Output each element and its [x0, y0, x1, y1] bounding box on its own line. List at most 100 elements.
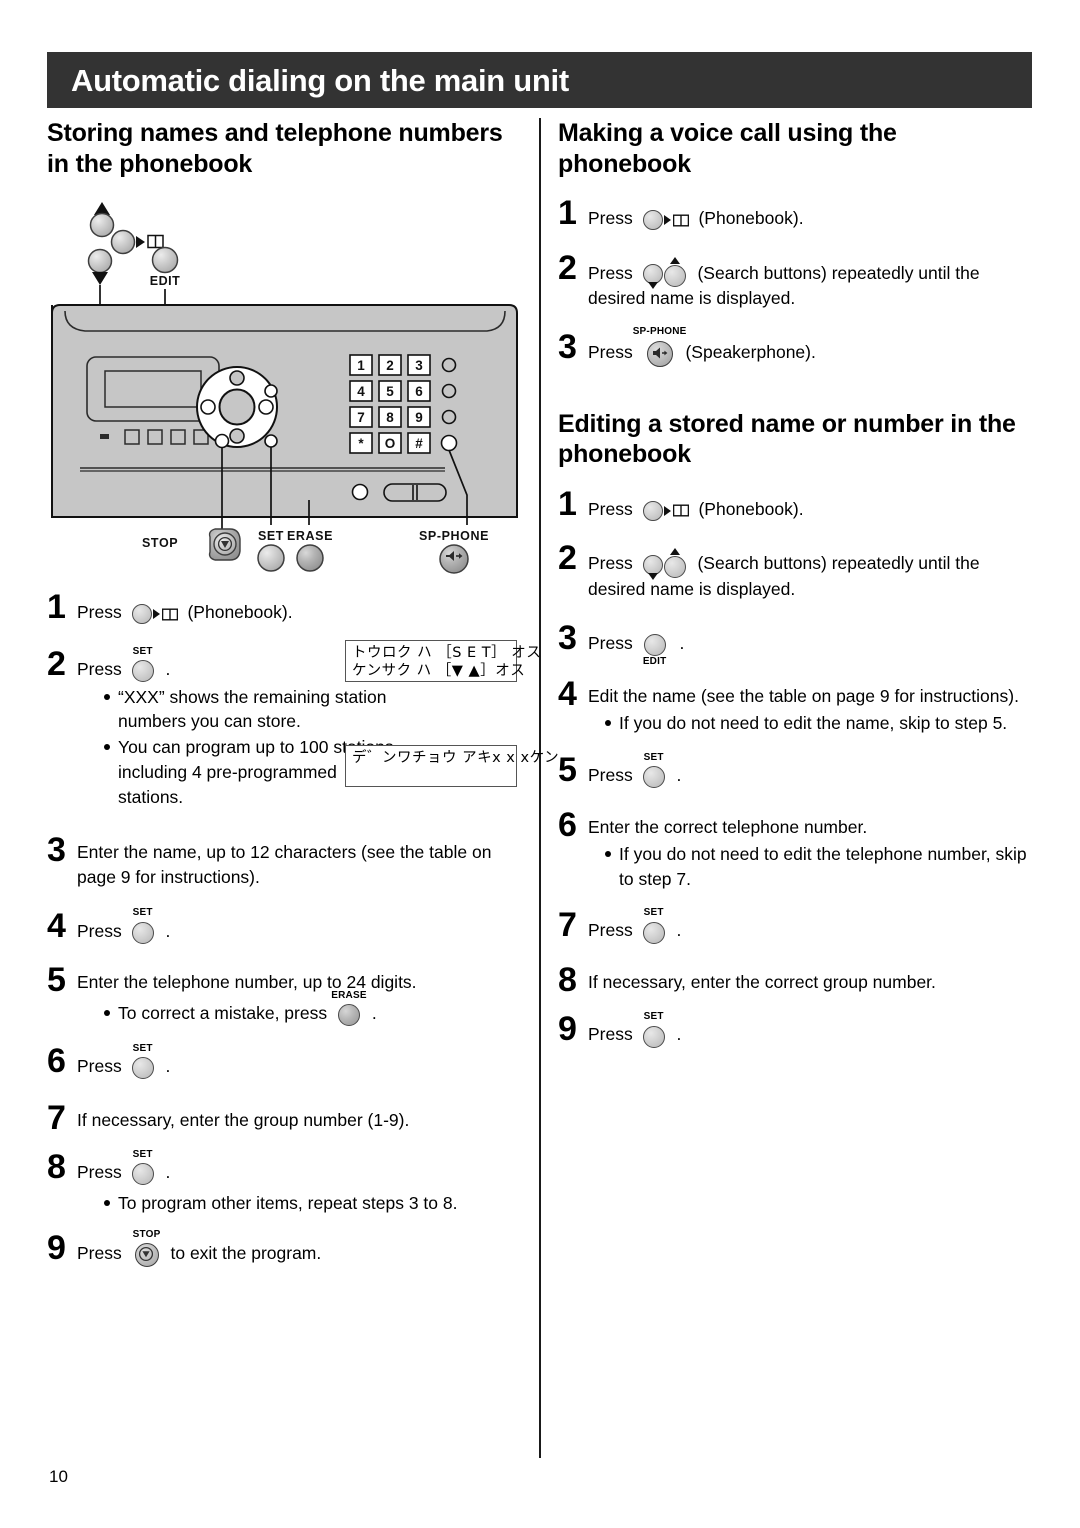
step-number: 2 [558, 539, 577, 578]
triangle-right-icon [152, 609, 160, 620]
step-text: Press (Phonebook). [77, 591, 527, 626]
edit-button-glyph[interactable]: EDIT [643, 632, 666, 667]
step-r2-5: 5 Press SET . [558, 753, 1034, 789]
step-r2-7: 7 Press SET . [558, 906, 1034, 945]
svg-text:4: 4 [357, 384, 365, 399]
search-down-knob-icon [642, 264, 663, 285]
svg-text:7: 7 [357, 410, 365, 425]
svg-text:6: 6 [415, 384, 423, 399]
set-button-glyph[interactable]: SET [131, 646, 154, 683]
erase-button-label: ERASE [331, 990, 367, 1002]
press-label: Press [77, 1161, 122, 1182]
knob-icon [131, 921, 154, 944]
phonebook-icon [131, 604, 178, 625]
step-number: 1 [558, 194, 577, 232]
step-number: 1 [558, 484, 577, 523]
set-button-label: SET [132, 1042, 153, 1054]
bullet-item: To correct a mistake, press ERASE . [101, 991, 527, 1027]
step-text: Press (Phonebook). [588, 197, 1034, 232]
step-text: Press SET . [588, 753, 1034, 789]
period: . [165, 1055, 171, 1076]
knob-icon [642, 210, 663, 231]
step-l1: 1 Press (Phonebook). [47, 588, 527, 626]
phonebook-button-glyph[interactable] [131, 601, 178, 626]
set-button-glyph[interactable]: SET [642, 908, 665, 944]
svg-text:8: 8 [386, 410, 394, 425]
erase-button-glyph[interactable]: ERASE [331, 991, 367, 1027]
step-text: Press (Search buttons) repeatedly until … [588, 542, 1034, 601]
step-r2-3: 3 Press EDIT . [558, 618, 1034, 667]
lcd-line-2: ケンサク ハ ［▼ ▲］オス [352, 663, 526, 680]
speakerphone-caption: (Speakerphone). [685, 342, 816, 363]
step-number: 4 [558, 675, 577, 714]
set-button-glyph[interactable]: SET [131, 1149, 154, 1186]
period: . [676, 920, 682, 941]
set-button-glyph[interactable]: SET [131, 908, 154, 944]
section-title-voice-call: Making a voice call using the phonebook [558, 119, 897, 178]
step-l8: 8 Press SET . To program other items, re… [47, 1147, 527, 1216]
step-r1-2: 2 Press (Search buttons) repeatedly unti… [558, 248, 1034, 311]
step-number: 2 [558, 248, 577, 287]
knob-icon [131, 1163, 154, 1186]
svg-text:EDIT: EDIT [150, 274, 180, 288]
step-number: 6 [558, 805, 577, 844]
knob-icon [643, 633, 666, 656]
period: . [371, 1003, 377, 1024]
step-text: Press SET . [588, 1012, 1034, 1048]
step-number: 9 [558, 1010, 577, 1049]
press-label: Press [588, 1024, 633, 1045]
step-bullets: If you do not need to edit the name, ski… [602, 711, 1034, 736]
search-down-arrow-icon [647, 572, 658, 580]
search-caption: (Search buttons) repeatedly until the [697, 262, 980, 283]
step-r1-1: 1 Press (Phonebook). [558, 194, 1034, 232]
set-button-label: SET [643, 907, 664, 919]
step-l4: 4 Press SET . [47, 906, 527, 945]
svg-text:9: 9 [415, 410, 423, 425]
step-l7: 7 If necessary, enter the group number (… [47, 1101, 527, 1135]
knob-icon [642, 766, 665, 789]
knob-icon [642, 500, 663, 521]
search-buttons-glyph[interactable] [642, 257, 687, 290]
press-label: Press [588, 342, 633, 363]
lcd-display-2: デ゛ンワチョウ アキx x xケン [345, 745, 559, 787]
knob-icon [337, 1004, 360, 1027]
set-button-glyph[interactable]: SET [131, 1043, 154, 1080]
step-number: 3 [558, 618, 577, 657]
step-number: 8 [47, 1147, 66, 1186]
knob-icon [131, 1057, 154, 1080]
period: . [679, 632, 685, 653]
stop-button-glyph[interactable]: STOP [133, 1230, 160, 1267]
set-button-label: SET [132, 907, 153, 919]
press-label: Press [588, 920, 633, 941]
phonebook-caption: (Phonebook). [698, 498, 804, 519]
period: . [676, 765, 682, 786]
step-r2-2: 2 Press (Search buttons) repeatedly unti… [558, 539, 1034, 601]
bullet-item: If you do not need to edit the name, ski… [602, 711, 1034, 736]
knob-icon [642, 921, 665, 944]
triangle-right-icon [663, 215, 671, 226]
phonebook-button-glyph[interactable] [642, 207, 689, 232]
step-number: 9 [47, 1228, 66, 1267]
step-number: 4 [47, 906, 66, 945]
phonebook-button-glyph[interactable] [642, 498, 689, 523]
triangle-right-icon [663, 505, 671, 516]
set-button-glyph[interactable]: SET [642, 1012, 665, 1048]
step-sentence: to exit the program. [170, 1242, 322, 1263]
step-text: Enter the telephone number, up to 24 dig… [77, 964, 527, 1027]
step-number: 7 [558, 906, 577, 945]
search-caption: (Search buttons) repeatedly until the [697, 553, 980, 574]
stop-button-label: STOP [132, 1229, 161, 1241]
svg-text:2: 2 [386, 358, 394, 373]
right-column: Making a voice call using the phonebook … [558, 118, 1034, 1048]
search-caption-line2: desired name is displayed. [588, 288, 796, 309]
search-buttons-glyph[interactable] [642, 547, 687, 580]
step-l6: 6 Press SET . [47, 1043, 527, 1080]
sp-phone-button-glyph[interactable]: SP-PHONE [633, 327, 686, 367]
set-button-glyph[interactable]: SET [642, 753, 665, 789]
step-number: 1 [47, 588, 66, 626]
set-button-label: SET [643, 752, 664, 764]
book-icon [672, 504, 689, 517]
column-divider [539, 118, 541, 1458]
edit-button-label: EDIT [642, 656, 667, 668]
step-text: Press SP-PHONE (Speakerphone). [588, 327, 1034, 367]
